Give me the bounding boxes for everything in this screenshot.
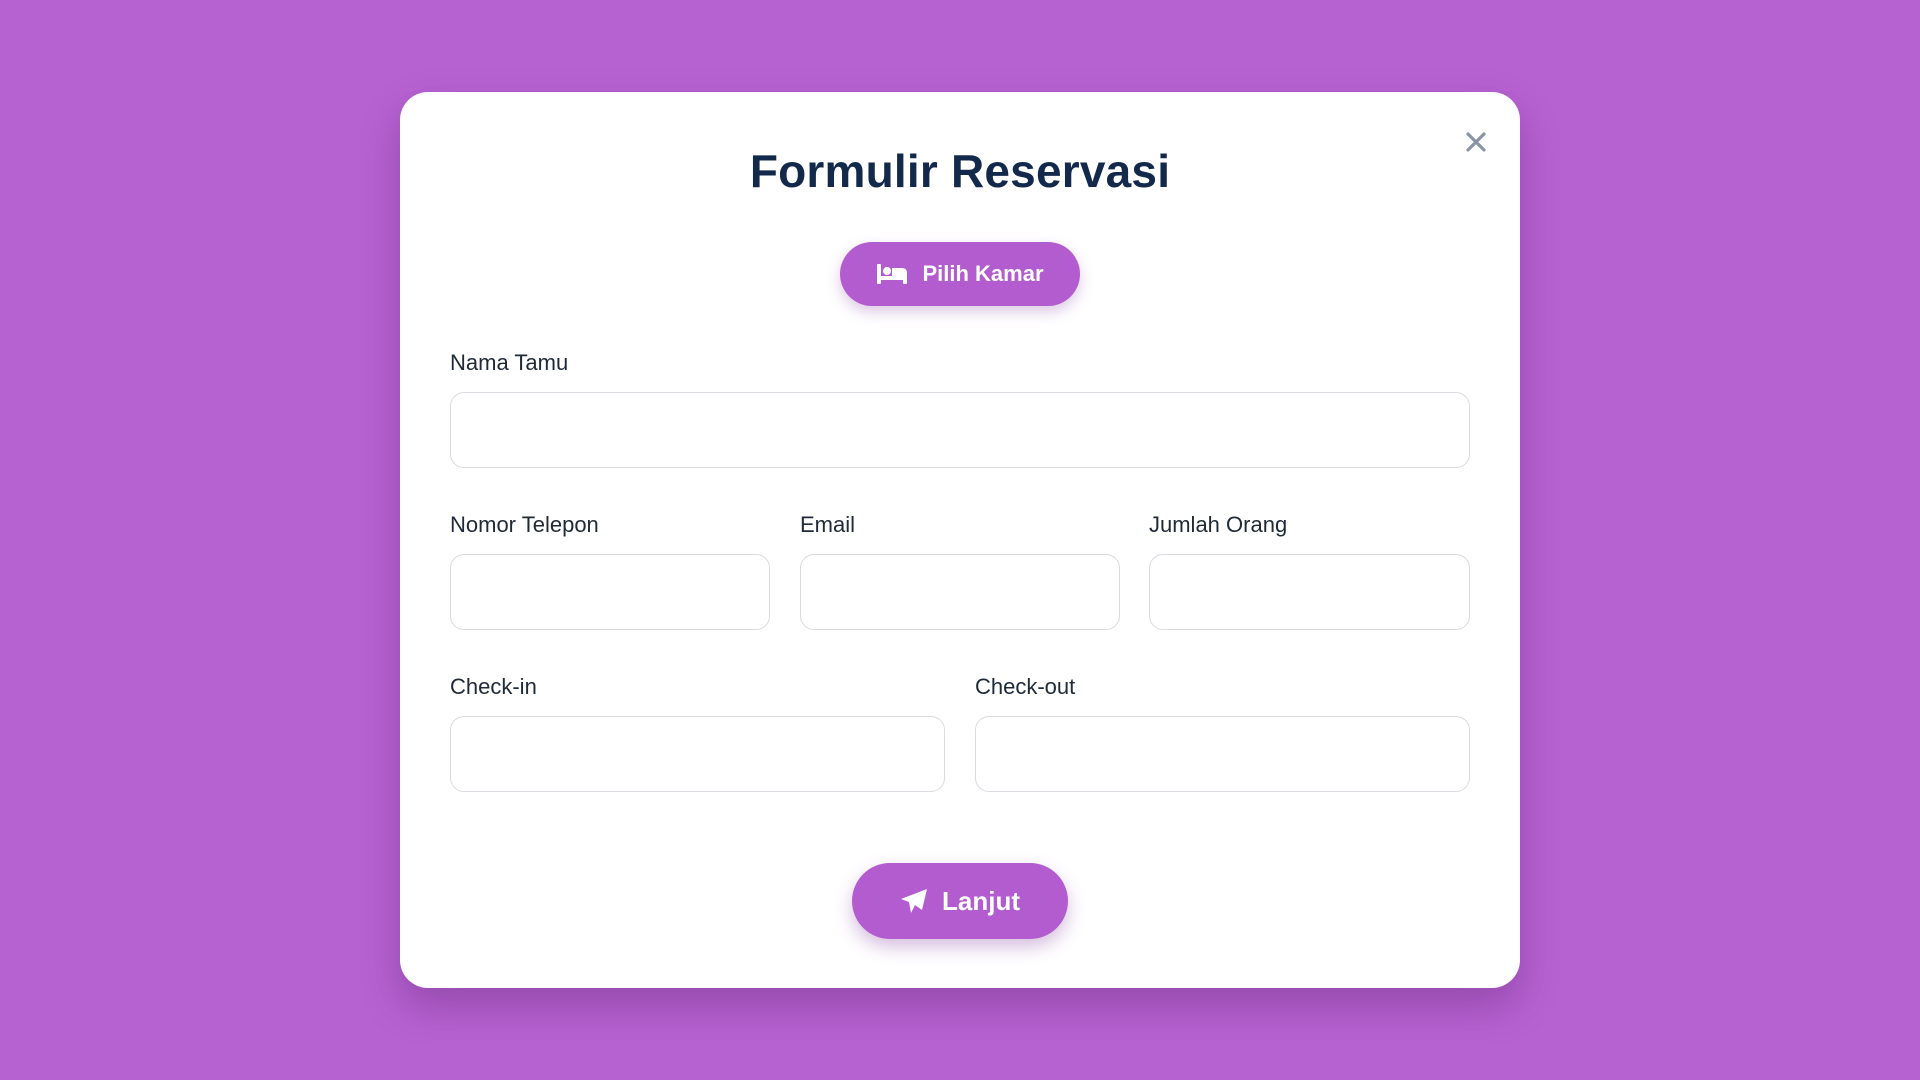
checkin-input[interactable] xyxy=(450,716,945,792)
choose-room-label: Pilih Kamar xyxy=(922,261,1044,286)
page-title: Formulir Reservasi xyxy=(749,145,1171,197)
checkout-input[interactable] xyxy=(975,716,1470,792)
next-button[interactable]: Lanjut xyxy=(852,863,1068,939)
guests-label: Jumlah Orang xyxy=(1149,512,1288,537)
guest-name-label: Nama Tamu xyxy=(450,350,569,375)
checkin-label: Check-in xyxy=(450,674,537,699)
choose-room-button[interactable]: Pilih Kamar xyxy=(840,242,1080,306)
email-label: Email xyxy=(800,512,856,537)
guests-input[interactable] xyxy=(1149,554,1470,630)
phone-label: Nomor Telepon xyxy=(450,512,599,537)
bed-icon xyxy=(877,264,908,284)
next-label: Lanjut xyxy=(942,885,1020,916)
email-input[interactable] xyxy=(800,554,1120,630)
checkout-label: Check-out xyxy=(975,674,1076,699)
phone-input[interactable] xyxy=(450,554,770,630)
guest-name-input[interactable] xyxy=(450,392,1470,468)
reservation-modal: Formulir Reservasi Pilih Kamar Nama Tamu… xyxy=(400,92,1520,988)
paper-plane-icon xyxy=(901,889,927,913)
